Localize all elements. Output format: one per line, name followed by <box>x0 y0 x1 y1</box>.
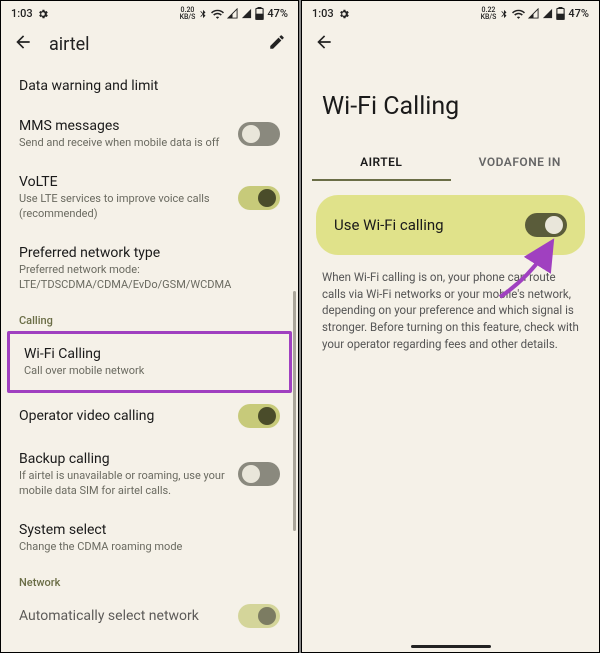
row-system-select[interactable]: System select Change the CDMA roaming mo… <box>5 510 294 566</box>
row-wifi-calling[interactable]: Wi-Fi Calling Call over mobile network <box>10 334 289 390</box>
row-title: Data warning and limit <box>19 77 280 95</box>
backup-calling-toggle[interactable] <box>238 462 280 486</box>
row-title: MMS messages <box>19 117 226 135</box>
settings-screen: 1:03 0.20KB/S 47% airtel Data warning an… <box>0 0 299 653</box>
signal-icon-2 <box>542 8 553 19</box>
tab-airtel[interactable]: AIRTEL <box>312 145 451 181</box>
wifi-calling-description: When Wi-Fi calling is on, your phone can… <box>302 255 599 366</box>
row-sub: Call over mobile network <box>24 364 275 379</box>
row-sub: Use LTE services to improve voice calls … <box>19 192 226 222</box>
auto-select-toggle[interactable] <box>238 604 280 628</box>
row-mms[interactable]: MMS messages Send and receive when mobil… <box>5 106 294 162</box>
back-button[interactable] <box>314 32 334 56</box>
row-sub: Change the CDMA roaming mode <box>19 540 280 555</box>
row-preferred-network[interactable]: Preferred network type Preferred network… <box>5 233 294 304</box>
signal-icon <box>227 8 238 19</box>
network-speed: 0.22KB/S <box>481 7 497 20</box>
mms-toggle[interactable] <box>238 122 280 146</box>
header <box>302 24 599 66</box>
back-button[interactable] <box>13 32 33 56</box>
battery-pct: 47% <box>568 7 589 20</box>
status-time: 1:03 <box>11 7 33 20</box>
status-time: 1:03 <box>312 7 334 20</box>
header: airtel <box>1 24 298 66</box>
battery-pct: 47% <box>267 7 288 20</box>
row-sub: If airtel is unavailable or roaming, use… <box>19 469 226 499</box>
carrier-tabs: AIRTEL VODAFONE IN <box>302 145 599 181</box>
section-calling: Calling <box>5 304 294 331</box>
row-title: VoLTE <box>19 173 226 191</box>
row-title: Wi-Fi Calling <box>24 345 275 363</box>
wifi-calling-toggle[interactable] <box>525 213 567 237</box>
status-bar: 1:03 0.20KB/S 47% <box>1 1 298 24</box>
gear-icon <box>338 8 350 20</box>
row-sub: Send and receive when mobile data is off <box>19 136 226 151</box>
edit-button[interactable] <box>268 33 286 55</box>
page-title: Wi-Fi Calling <box>302 66 599 145</box>
arrow-left-icon <box>314 32 334 52</box>
pencil-icon <box>268 33 286 51</box>
bluetooth-icon <box>499 8 509 20</box>
bluetooth-icon <box>198 8 208 20</box>
highlight-annotation: Wi-Fi Calling Call over mobile network <box>7 331 292 393</box>
wifi-icon <box>211 9 224 19</box>
signal-icon-2 <box>241 8 252 19</box>
wifi-calling-banner: Use Wi-Fi calling <box>316 195 585 255</box>
signal-icon <box>528 8 539 19</box>
network-speed: 0.20KB/S <box>180 7 196 20</box>
row-auto-select-network[interactable]: Automatically select network <box>5 593 294 639</box>
status-bar: 1:03 0.22KB/S 47% <box>302 1 599 24</box>
row-sub: Preferred network mode: LTE/TDSCDMA/CDMA… <box>19 263 280 293</box>
settings-list: Data warning and limit MMS messages Send… <box>1 66 298 652</box>
battery-icon <box>255 7 264 20</box>
scroll-indicator <box>293 291 296 531</box>
row-title: Preferred network type <box>19 244 280 262</box>
nav-pill <box>411 645 491 648</box>
section-network: Network <box>5 566 294 593</box>
row-backup-calling[interactable]: Backup calling If airtel is unavailable … <box>5 439 294 510</box>
row-title: Operator video calling <box>19 407 226 425</box>
banner-label: Use Wi-Fi calling <box>334 216 513 234</box>
row-title: Automatically select network <box>19 607 226 625</box>
wifi-calling-screen: 1:03 0.22KB/S 47% Wi-Fi Calling AIRTEL V… <box>301 0 600 653</box>
tab-vodafone[interactable]: VODAFONE IN <box>451 145 590 181</box>
row-title: Backup calling <box>19 450 226 468</box>
volte-toggle[interactable] <box>238 186 280 210</box>
battery-icon <box>556 7 565 20</box>
arrow-left-icon <box>13 32 33 52</box>
header-title: airtel <box>49 34 252 55</box>
row-operator-video[interactable]: Operator video calling <box>5 393 294 439</box>
row-volte[interactable]: VoLTE Use LTE services to improve voice … <box>5 162 294 233</box>
row-title: System select <box>19 521 280 539</box>
operator-video-toggle[interactable] <box>238 404 280 428</box>
gear-icon <box>37 8 49 20</box>
row-data-warning[interactable]: Data warning and limit <box>5 66 294 106</box>
wifi-icon <box>512 9 525 19</box>
